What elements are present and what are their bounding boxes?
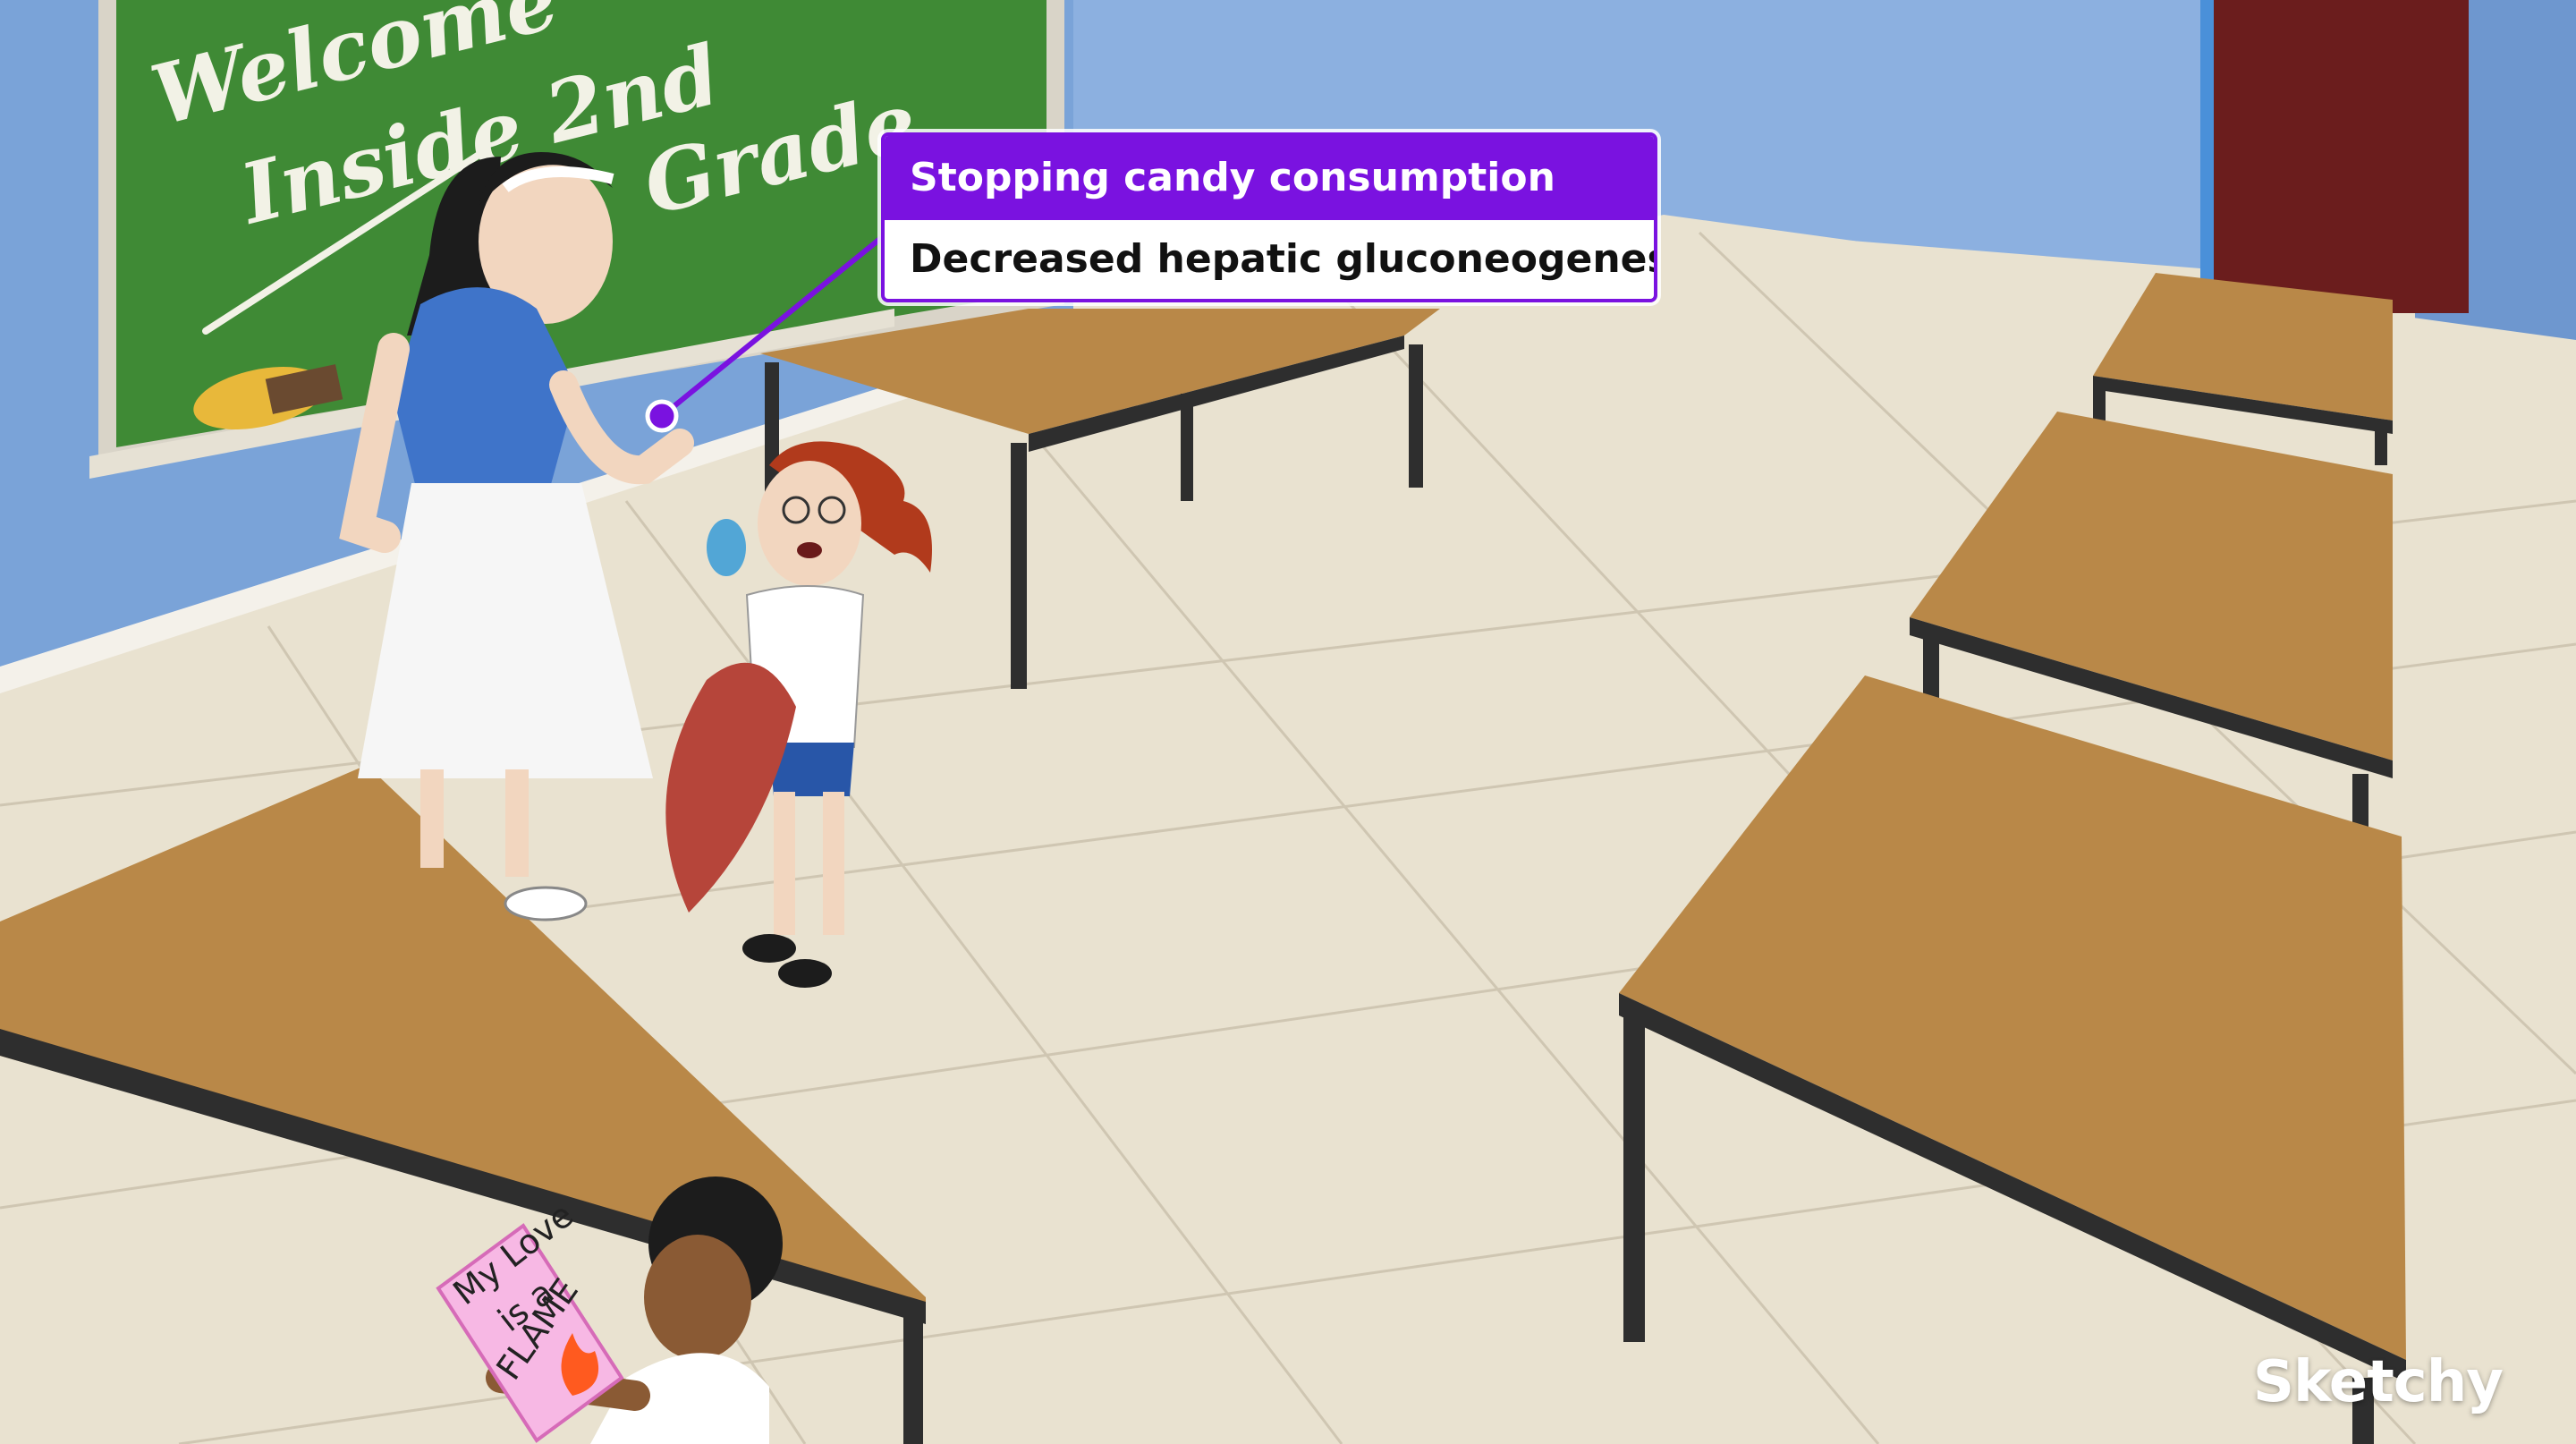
callout-body: Decreased hepatic gluconeogenesis [910, 236, 1657, 282]
door-frame [2200, 0, 2214, 322]
fact-callout: Stopping candy consumption Decreased hep… [881, 132, 1657, 302]
callout-pointer-dot [645, 399, 679, 433]
sketchy-logo: Sketchy [2252, 1349, 2504, 1415]
callout-heading: Stopping candy consumption [885, 136, 1654, 220]
door [2214, 0, 2469, 313]
